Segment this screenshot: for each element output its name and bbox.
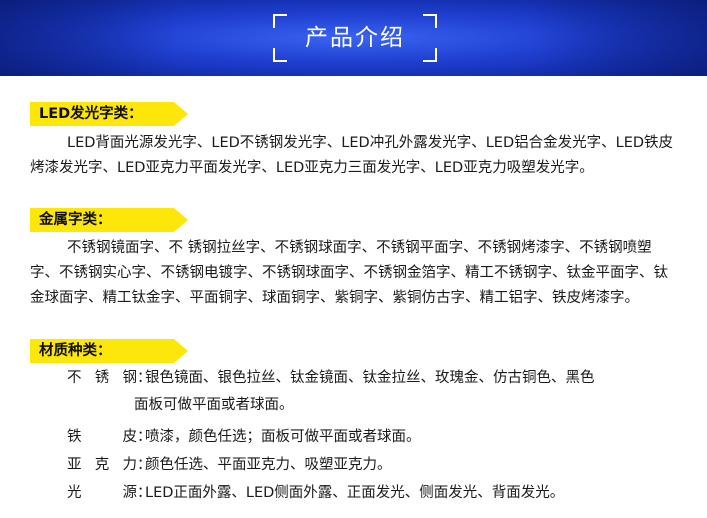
section-text-led: LED背面光源发光字、LED不锈钢发光字、LED冲孔外露发光字、LED铝合金发光…: [30, 135, 674, 176]
material-name: 不锈钢: [67, 370, 137, 386]
material-row: 不锈钢：银色镜面、银色拉丝、钛金镜面、钛金拉丝、玫瑰金、仿古铜色、黑色: [67, 366, 595, 391]
material-name: 铁皮: [67, 429, 137, 445]
material-value: 喷漆，颜色任选；面板可做平面或者球面。: [145, 429, 421, 445]
material-name: 亚克力: [67, 457, 137, 473]
material-row: 铁皮：喷漆，颜色任选；面板可做平面或者球面。: [67, 425, 421, 450]
material-value: 颜色任选、平面亚克力、吸塑亚克力。: [145, 457, 392, 473]
section-label-led: LED发光字类：: [30, 102, 188, 126]
page-title: 产品介绍: [305, 25, 405, 51]
material-name: 光源: [67, 485, 137, 501]
material-row: 光源：LED正面外露、LED侧面外露、正面发光、侧面发光、背面发光。: [67, 481, 564, 506]
material-row: 亚克力：颜色任选、平面亚克力、吸塑亚克力。: [67, 453, 392, 478]
header-banner: 产品介绍: [0, 0, 707, 76]
material-value-cont: 面板可做平面或者球面。: [134, 397, 294, 413]
section-label-material: 材质种类：: [30, 339, 188, 363]
title-frame: 产品介绍: [273, 14, 437, 62]
section-text-metal: 不锈钢镜面字、不 锈钢拉丝字、不锈钢球面字、不锈钢平面字、不锈钢烤漆字、不锈钢喷…: [30, 240, 668, 306]
material-value: 银色镜面、银色拉丝、钛金镜面、钛金拉丝、玫瑰金、仿古铜色、黑色: [145, 370, 595, 386]
material-value: LED正面外露、LED侧面外露、正面发光、侧面发光、背面发光。: [145, 485, 565, 501]
section-label-metal: 金属字类：: [30, 208, 188, 232]
